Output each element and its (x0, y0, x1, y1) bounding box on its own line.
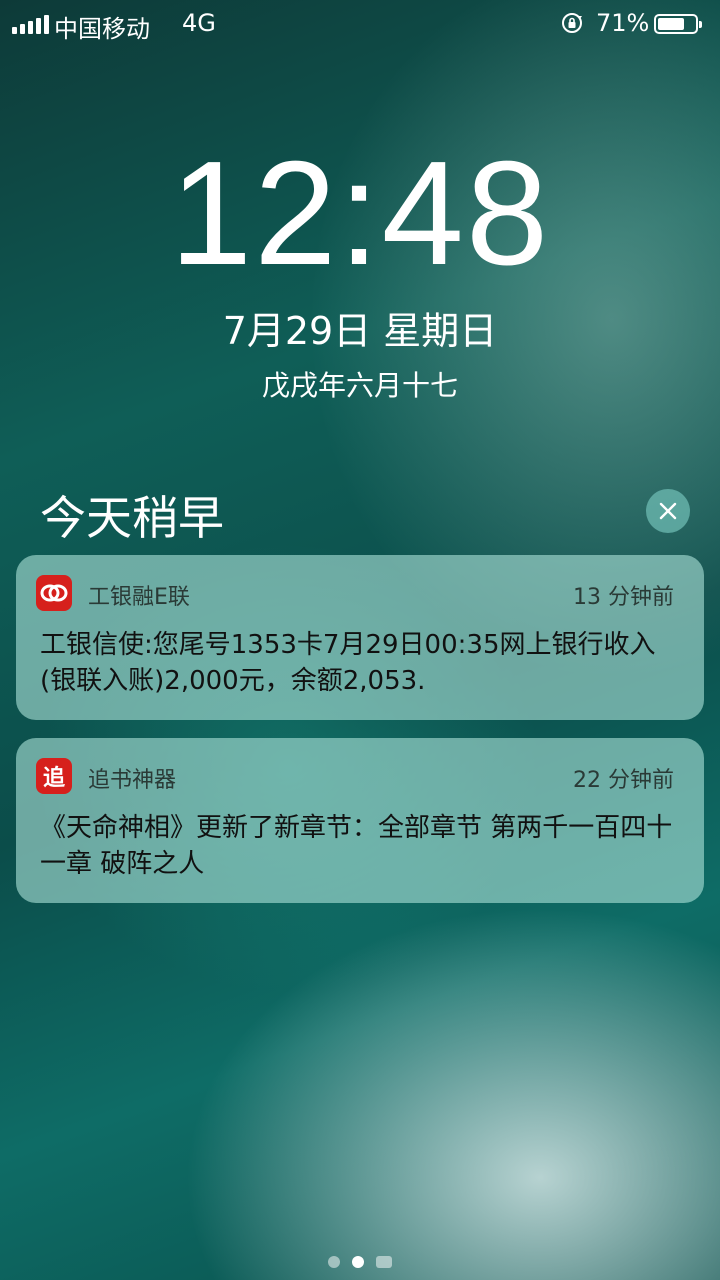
page-indicator (0, 1256, 720, 1268)
icbc-rong-e-lian-app-icon (36, 575, 72, 611)
notification-message: 工银信使:您尾号1353卡7月29日00:35网上银行收入(银联入账)2,000… (40, 630, 656, 696)
camera-icon (376, 1256, 392, 1268)
notification-time: 22 分钟前 (573, 768, 674, 793)
notification-time: 13 分钟前 (573, 585, 674, 610)
notification-card[interactable]: 工银融E联 13 分钟前 工银信使:您尾号1353卡7月29日00:35网上银行… (16, 555, 704, 720)
lock-date: 7月29日 星期日 (222, 309, 498, 353)
clear-notifications-button[interactable] (646, 489, 690, 533)
notification-app-name: 工银融E联 (88, 585, 190, 610)
rotation-lock-icon (562, 13, 582, 33)
battery-fill (658, 18, 684, 30)
battery-percent: 71% (596, 9, 650, 37)
lunar-date: 戊戌年六月十七 (261, 369, 458, 402)
signal-bars-icon (12, 14, 49, 34)
close-icon (659, 502, 677, 520)
carrier-label: 中国移动 (54, 15, 150, 43)
status-bar: 中国移动 4G 71% (0, 0, 720, 48)
lock-time: 12:48 (169, 131, 551, 296)
page-dot-icon (328, 1256, 340, 1268)
notification-app-name: 追书神器 (88, 768, 177, 793)
zhuishu-app-icon: 追 (36, 758, 72, 794)
battery-icon (654, 14, 702, 34)
page-dot-icon (352, 1256, 364, 1268)
section-title: 今天稍早 (40, 491, 224, 545)
app-icon-glyph: 追 (42, 766, 65, 791)
notification-card[interactable]: 追 追书神器 22 分钟前 《天命神相》更新了新章节：全部章节 第两千一百四十一… (16, 738, 704, 903)
notification-message: 《天命神相》更新了新章节：全部章节 第两千一百四十一章 破阵之人 (40, 813, 673, 879)
network-type: 4G (182, 9, 216, 37)
